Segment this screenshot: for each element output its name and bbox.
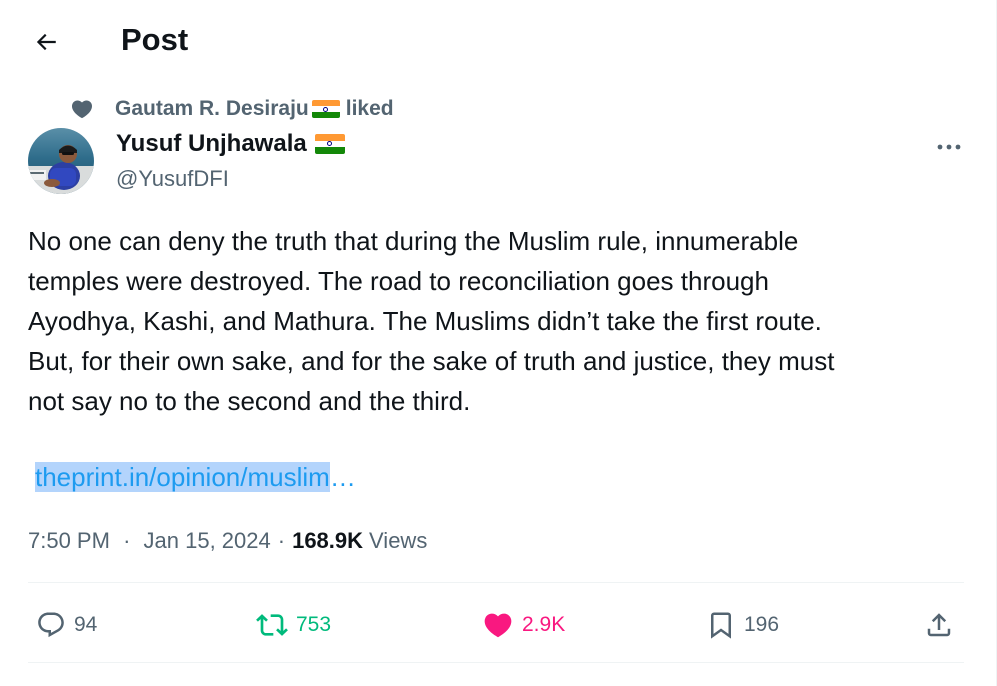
heart-icon [70, 97, 94, 121]
tweet-link[interactable]: theprint.in/opinion/muslim… [35, 457, 356, 497]
india-flag-icon [314, 134, 345, 154]
reply-count: 94 [74, 613, 98, 636]
repost-icon [256, 609, 288, 641]
social-context: Gautam R. Desiraju liked [70, 94, 394, 124]
tweet-timestamp-link[interactable]: 7:50 PM · Jan 15, 2024 [28, 524, 271, 558]
tweet-text-line: Ayodhya, Kashi, and Mathura. The Muslims… [28, 306, 822, 336]
india-flag-icon [311, 100, 340, 118]
liker-name: Gautam R. Desiraju [115, 97, 309, 120]
tweet-text-line: temples were destroyed. The road to reco… [28, 266, 769, 296]
arrow-left-icon [36, 33, 56, 51]
reply-button[interactable]: 94 [36, 600, 97, 650]
author-display-name: Yusuf Unjhawala [116, 130, 307, 157]
repost-button[interactable]: 753 [256, 600, 331, 650]
more-horizontal-icon [937, 144, 961, 150]
tweet-actions: 94 753 2.9K 196 [0, 600, 996, 650]
repost-count: 753 [296, 613, 332, 636]
tweet-link-text: theprint.in/opinion/muslim [35, 462, 330, 492]
author-name[interactable]: Yusuf Unjhawala [116, 130, 345, 158]
divider [28, 582, 964, 583]
heart-filled-icon [482, 609, 514, 641]
bookmark-count: 196 [744, 613, 780, 636]
post-header: Post [0, 0, 996, 82]
meta-separator: · [277, 528, 286, 553]
tweet-text-line: not say no to the second and the third. [28, 386, 471, 416]
more-options-button[interactable] [928, 132, 970, 162]
social-context-action: liked [345, 97, 394, 120]
bookmark-icon [706, 610, 736, 640]
like-button[interactable]: 2.9K [482, 600, 565, 650]
views-label: Views [369, 528, 428, 553]
back-button[interactable] [24, 20, 68, 64]
tweet-date: Jan 15, 2024 [143, 528, 271, 553]
liker-name-link[interactable]: Gautam R. Desiraju [115, 97, 309, 121]
post-page: Post Gautam R. Desiraju liked Yusuf Unjh… [0, 0, 997, 686]
tweet-text-line: No one can deny the truth that during th… [28, 226, 799, 256]
avatar[interactable] [28, 128, 94, 194]
like-count: 2.9K [522, 613, 566, 636]
tweet-link-ellipsis: … [329, 462, 356, 492]
share-icon [924, 610, 954, 640]
tweet-time: 7:50 PM [28, 528, 110, 553]
page-title: Post [121, 22, 189, 57]
bookmark-button[interactable]: 196 [706, 600, 779, 650]
tweet-text-line: But, for their own sake, and for the sak… [28, 346, 835, 376]
views-link[interactable]: 168.9K Views [292, 524, 427, 558]
divider [28, 662, 964, 663]
reply-icon [36, 610, 66, 640]
views-count: 168.9K [292, 528, 364, 553]
tweet-text: No one can deny the truth that during th… [28, 221, 958, 421]
tweet-meta: 7:50 PM · Jan 15, 2024 · 168.9K Views [28, 524, 427, 558]
meta-separator: · [123, 528, 131, 553]
share-button[interactable] [924, 600, 954, 650]
author-handle[interactable]: @YusufDFI [116, 166, 229, 192]
